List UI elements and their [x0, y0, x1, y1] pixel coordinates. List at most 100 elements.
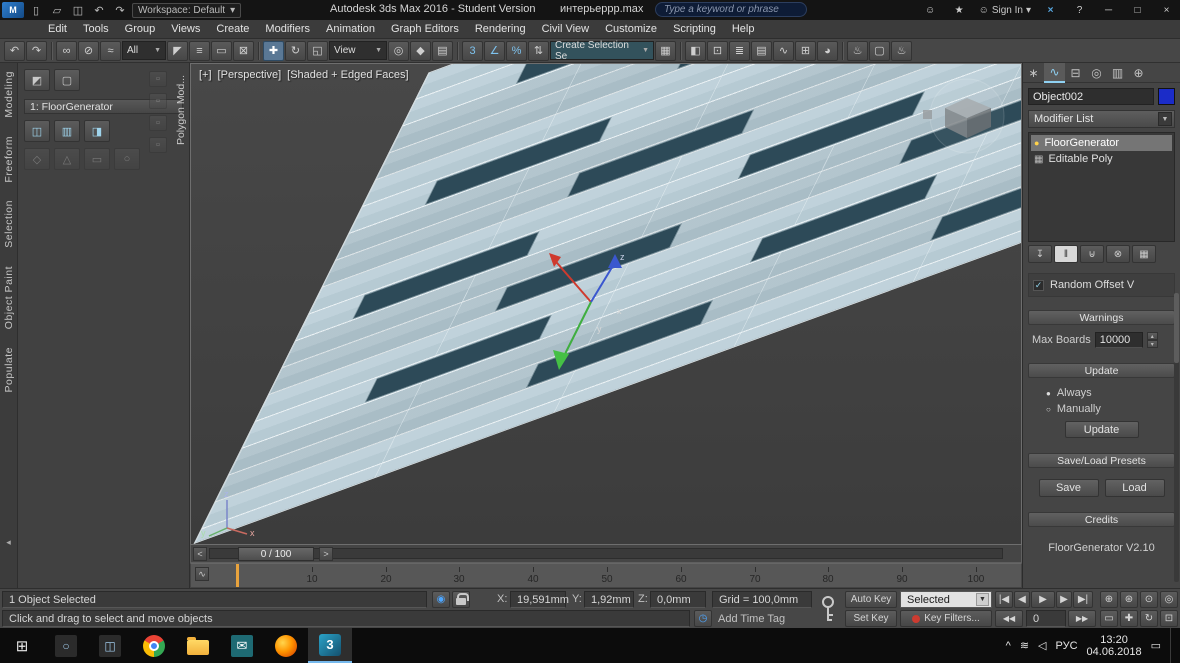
- minimize-button[interactable]: ─: [1095, 1, 1122, 20]
- stack-item-editable-poly[interactable]: ▦ Editable Poly: [1031, 151, 1172, 167]
- named-selection-set-dropdown[interactable]: Create Selection Se ▼: [550, 41, 654, 60]
- show-end-result-icon[interactable]: ‖: [1054, 245, 1078, 263]
- time-slider-next-button[interactable]: >: [319, 547, 333, 561]
- edit-named-sets-icon[interactable]: ▦: [655, 41, 676, 61]
- current-frame-field[interactable]: 0: [1026, 610, 1066, 627]
- tab-display-icon[interactable]: ▥: [1107, 63, 1128, 83]
- help-icon[interactable]: ?: [1066, 1, 1093, 20]
- menu-animation[interactable]: Animation: [318, 21, 383, 37]
- track-bar[interactable]: ∿ 10 20 30 40 50 60 70 80 90 100: [190, 563, 1022, 588]
- menu-rendering[interactable]: Rendering: [467, 21, 534, 37]
- ribbon-tab-populate[interactable]: Populate: [3, 347, 15, 392]
- time-slider-prev-button[interactable]: <: [193, 547, 207, 561]
- max-boards-spinner[interactable]: ▴ ▾: [1147, 332, 1158, 348]
- view-cube-home-icon[interactable]: [923, 110, 932, 119]
- close-button[interactable]: ×: [1153, 1, 1180, 20]
- select-and-move-icon[interactable]: ✚: [263, 41, 284, 61]
- rollout-update-header[interactable]: Update: [1028, 363, 1175, 378]
- menu-scripting[interactable]: Scripting: [665, 21, 724, 37]
- menu-create[interactable]: Create: [208, 21, 257, 37]
- save-preset-button[interactable]: Save: [1039, 479, 1099, 497]
- remove-modifier-icon[interactable]: ⊗: [1106, 245, 1130, 263]
- network-icon[interactable]: ≋: [1020, 639, 1029, 652]
- tab-modify-icon[interactable]: ∿: [1044, 63, 1065, 83]
- modeling-side-button[interactable]: ▫: [149, 71, 167, 87]
- use-pivot-center-icon[interactable]: ◎: [388, 41, 409, 61]
- select-and-link-icon[interactable]: ∞: [56, 41, 77, 61]
- modifier-enabled-bulb-icon[interactable]: ●: [1034, 138, 1039, 148]
- menu-customize[interactable]: Customize: [597, 21, 665, 37]
- select-and-rotate-icon[interactable]: ↻: [285, 41, 306, 61]
- go-to-start-button[interactable]: |◀: [995, 591, 1013, 608]
- add-time-tag-label[interactable]: Add Time Tag: [718, 613, 785, 625]
- select-and-scale-icon[interactable]: ◱: [307, 41, 328, 61]
- undo-icon[interactable]: ↶: [90, 2, 108, 18]
- redo-icon[interactable]: ↷: [111, 2, 129, 18]
- next-frame-button[interactable]: ▶: [1056, 591, 1072, 608]
- next-key-button[interactable]: ▶▶: [1068, 610, 1096, 627]
- stack-item-floorgenerator[interactable]: ● FloorGenerator: [1031, 135, 1172, 151]
- key-mode-dropdown[interactable]: Selected ▼: [900, 591, 992, 608]
- ribbon-collapse-icon[interactable]: ◂: [6, 537, 11, 548]
- selection-region-icon[interactable]: ▭: [211, 41, 232, 61]
- move-gizmo[interactable]: z x y: [511, 224, 681, 394]
- modeling-tool-button[interactable]: ▥: [54, 120, 80, 142]
- favorites-star-icon[interactable]: ★: [946, 1, 973, 20]
- new-scene-icon[interactable]: ▯: [27, 2, 45, 18]
- task-view-icon[interactable]: ◫: [88, 628, 132, 663]
- set-key-button[interactable]: Set Key: [845, 610, 897, 627]
- update-always-radio[interactable]: ● Always: [1032, 385, 1171, 401]
- update-button[interactable]: Update: [1065, 421, 1139, 438]
- percent-snap-icon[interactable]: %: [506, 41, 527, 61]
- undo-button[interactable]: ↶: [4, 41, 25, 61]
- modeling-side-button[interactable]: ▫: [149, 115, 167, 131]
- zoom-extents-all-button[interactable]: ◎: [1160, 591, 1178, 608]
- a360-icon[interactable]: ×: [1037, 1, 1064, 20]
- curve-editor-icon[interactable]: ∿: [773, 41, 794, 61]
- ribbon-tab-modeling[interactable]: Modeling: [3, 71, 15, 118]
- start-button[interactable]: ⊞: [0, 628, 44, 663]
- ribbon-toggle-icon[interactable]: ▤: [751, 41, 772, 61]
- tab-hierarchy-icon[interactable]: ⊟: [1065, 63, 1086, 83]
- menu-views[interactable]: Views: [163, 21, 208, 37]
- set-key-mode-icon[interactable]: [818, 594, 838, 624]
- spinner-up-icon[interactable]: ▴: [1147, 332, 1158, 340]
- object-color-swatch[interactable]: [1158, 88, 1175, 105]
- modeling-side-button[interactable]: ▫: [149, 93, 167, 109]
- modifier-stack[interactable]: ● FloorGenerator ▦ Editable Poly: [1028, 132, 1175, 242]
- tray-expand-icon[interactable]: ^: [1006, 640, 1011, 652]
- x-coordinate-field[interactable]: 19,591mm: [510, 591, 566, 608]
- modeling-tool-button[interactable]: ◩: [24, 69, 50, 91]
- configure-modifier-sets-icon[interactable]: ▦: [1132, 245, 1156, 263]
- schematic-view-icon[interactable]: ⊞: [795, 41, 816, 61]
- random-offset-checkbox[interactable]: ✓: [1033, 280, 1044, 291]
- y-coordinate-field[interactable]: 1,92mm: [584, 591, 634, 608]
- time-slider-handle[interactable]: 0 / 100: [238, 547, 314, 561]
- maximize-viewport-button[interactable]: ⊡: [1160, 610, 1178, 627]
- viewport-shading-menu[interactable]: [Shaded + Edged Faces]: [287, 69, 408, 81]
- mirror-icon[interactable]: ◧: [685, 41, 706, 61]
- workspace-selector[interactable]: Workspace: Default ▾: [132, 3, 241, 18]
- tab-create-icon[interactable]: ∗: [1023, 63, 1044, 83]
- previous-key-button[interactable]: ◀◀: [995, 610, 1023, 627]
- zoom-button[interactable]: ⊕: [1100, 591, 1118, 608]
- taskbar-clock[interactable]: 13:20 04.06.2018: [1087, 634, 1142, 658]
- snap-toggle-icon[interactable]: 3: [462, 41, 483, 61]
- command-panel-scrollbar[interactable]: [1174, 293, 1179, 582]
- previous-frame-button[interactable]: ◀: [1014, 591, 1030, 608]
- ribbon-tab-selection[interactable]: Selection: [3, 200, 15, 248]
- z-coordinate-field[interactable]: 0,0mm: [650, 591, 706, 608]
- volume-icon[interactable]: ◁: [1038, 639, 1046, 652]
- angle-snap-icon[interactable]: ∠: [484, 41, 505, 61]
- update-manually-radio[interactable]: ○ Manually: [1032, 401, 1171, 417]
- mail-icon[interactable]: ✉: [220, 628, 264, 663]
- modeling-tool-button[interactable]: ◇: [24, 148, 50, 170]
- zoom-region-button[interactable]: ▭: [1100, 610, 1118, 627]
- time-tag-icon[interactable]: ◷: [694, 610, 712, 627]
- material-editor-icon[interactable]: ◕: [817, 41, 838, 61]
- viewport-pov-menu[interactable]: [Perspective]: [218, 69, 282, 81]
- viewport-general-menu[interactable]: [+]: [199, 69, 212, 81]
- menu-tools[interactable]: Tools: [75, 21, 117, 37]
- spinner-down-icon[interactable]: ▾: [1147, 340, 1158, 348]
- tab-motion-icon[interactable]: ◎: [1086, 63, 1107, 83]
